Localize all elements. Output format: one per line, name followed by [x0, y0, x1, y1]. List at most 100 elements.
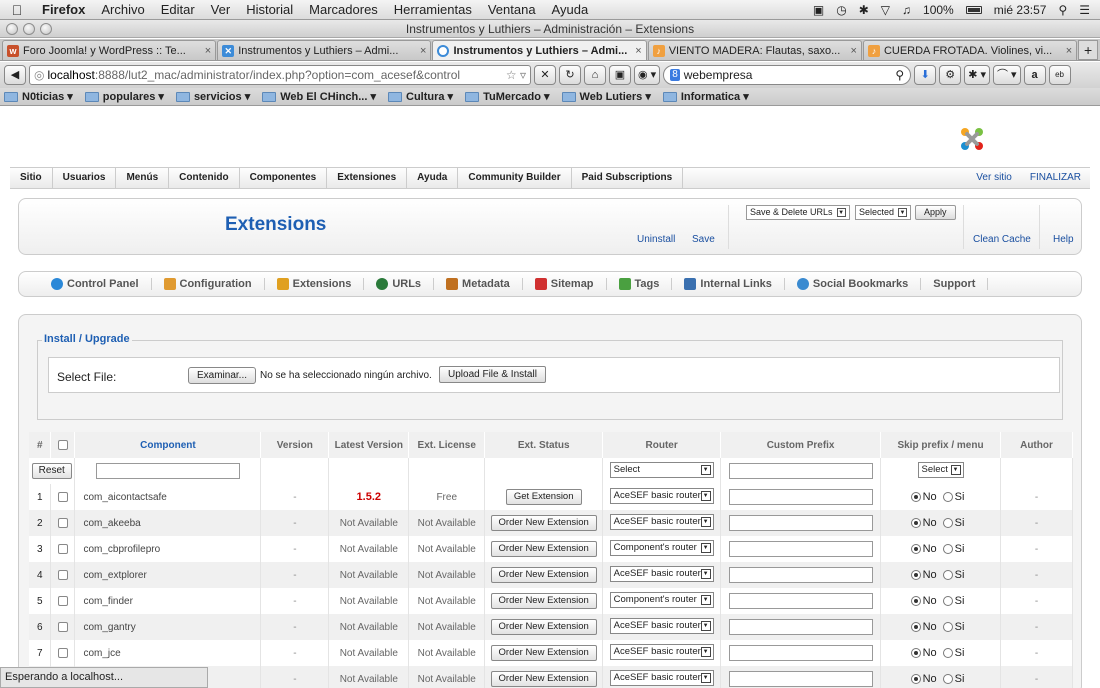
skip-si-radio[interactable] — [942, 622, 953, 632]
extension-status-button[interactable]: Order New Extension — [490, 515, 597, 531]
notifications-icon[interactable]: ☰ — [1079, 3, 1090, 17]
bookmark-folder[interactable]: Informatica ▾ — [662, 90, 749, 103]
router-select[interactable]: AceSEF basic router ▼ — [609, 617, 714, 634]
reset-filter-button[interactable]: Reset — [31, 463, 72, 479]
bookmark-folder[interactable]: N0ticias ▾ — [4, 90, 73, 103]
spotlight-icon[interactable]: ⚲ — [1058, 3, 1067, 17]
component-filter-input[interactable] — [95, 463, 240, 479]
back-button[interactable]: ◀ — [4, 65, 26, 85]
bookmark-folder[interactable]: TuMercado ▾ — [465, 90, 550, 103]
select-all-checkbox[interactable] — [57, 439, 68, 450]
extension-status-button[interactable]: Order New Extension — [490, 619, 597, 635]
extension-status-button[interactable]: Get Extension — [505, 489, 582, 505]
custom-prefix-input[interactable] — [728, 567, 873, 583]
menu-historial[interactable]: Historial — [238, 2, 301, 17]
custom-prefix-input[interactable] — [728, 541, 873, 557]
custom-prefix-input[interactable] — [728, 593, 873, 609]
search-bar[interactable]: 8 webempresa ⚲ — [663, 65, 912, 85]
help-button[interactable]: Help — [1053, 234, 1074, 245]
subnav-extensions[interactable]: Extensions — [265, 278, 365, 290]
home-button[interactable]: ⌂ — [584, 65, 606, 85]
custom-prefix-input[interactable] — [728, 619, 873, 635]
router-select[interactable]: AceSEF basic router ▼ — [609, 669, 714, 686]
tab-instrumentos-1[interactable]: ✕ Instrumentos y Luthiers – Admi... × — [217, 40, 432, 60]
apply-button[interactable]: Apply — [915, 205, 956, 220]
bookmark-folder[interactable]: Cultura ▾ — [388, 90, 453, 103]
skip-no-radio[interactable] — [910, 674, 921, 684]
subnav-sitemap[interactable]: Sitemap — [523, 278, 607, 290]
battery-icon[interactable] — [965, 5, 982, 14]
stop-button[interactable]: ✕ — [534, 65, 556, 85]
clean-cache-button[interactable]: Clean Cache — [973, 234, 1031, 245]
tab-close-icon[interactable]: × — [205, 45, 211, 57]
app-badge-icon[interactable]: ▣ — [813, 3, 824, 17]
addon-menu-icon[interactable]: ✱ ▾ — [964, 65, 990, 85]
site-identity-icon[interactable]: ◎ — [34, 66, 44, 84]
download-icon[interactable]: ⬇ — [914, 65, 937, 85]
save-button[interactable]: Save — [692, 234, 715, 245]
subnav-metadata[interactable]: Metadata — [434, 278, 523, 290]
tab-close-icon[interactable]: × — [851, 45, 857, 57]
tab-instrumentos-active[interactable]: Instrumentos y Luthiers – Admi... × — [432, 40, 647, 60]
new-tab-button[interactable]: + — [1078, 40, 1099, 60]
subnav-control-panel[interactable]: Control Panel — [39, 278, 152, 290]
skip-si-radio[interactable] — [942, 492, 953, 502]
prefix-filter-input[interactable] — [728, 463, 873, 479]
tab-foro-joomla[interactable]: w Foro Joomla! y WordPress :: Te... × — [2, 40, 217, 60]
menu-ventana[interactable]: Ventana — [480, 2, 544, 17]
bookmark-folder[interactable]: Web Lutiers ▾ — [561, 90, 651, 103]
admin-menu-paid-subscriptions[interactable]: Paid Subscriptions — [572, 168, 684, 188]
save-delete-urls-select[interactable]: Save & Delete URLs ▼ — [746, 205, 850, 220]
logout-link[interactable]: FINALIZAR — [1021, 168, 1090, 188]
subnav-social-bookmarks[interactable]: Social Bookmarks — [785, 278, 922, 290]
skip-no-radio[interactable] — [910, 596, 921, 606]
reload-button[interactable]: ↻ — [559, 65, 581, 85]
skip-no-radio[interactable] — [910, 544, 921, 554]
bookmark-folder[interactable]: Web El CHinch... ▾ — [262, 90, 376, 103]
skip-si-radio[interactable] — [942, 648, 953, 658]
subnav-urls[interactable]: URLs — [364, 278, 435, 290]
router-select[interactable]: AceSEF basic router ▼ — [609, 487, 714, 504]
custom-prefix-input[interactable] — [728, 671, 873, 687]
uninstall-button[interactable]: Uninstall — [637, 234, 675, 245]
upload-install-button[interactable]: Upload File & Install — [439, 366, 546, 383]
skip-si-radio[interactable] — [942, 570, 953, 580]
row-checkbox[interactable] — [57, 517, 68, 528]
extension-status-button[interactable]: Order New Extension — [490, 567, 597, 583]
router-select[interactable]: AceSEF basic router ▼ — [609, 565, 714, 582]
google-engine-icon[interactable]: 8 — [670, 69, 680, 81]
menu-herramientas[interactable]: Herramientas — [386, 2, 480, 17]
skip-no-radio[interactable] — [910, 492, 921, 502]
custom-prefix-input[interactable] — [728, 489, 873, 505]
clock[interactable]: mié 23:57 — [994, 3, 1047, 17]
close-window-button[interactable] — [6, 23, 18, 35]
extension-status-button[interactable]: Order New Extension — [490, 593, 597, 609]
subnav-support[interactable]: Support — [921, 278, 989, 290]
tab-close-icon[interactable]: × — [420, 45, 426, 57]
tab-cuerda-frotada[interactable]: ♪ CUERDA FROTADA. Violines, vi... × — [862, 40, 1078, 60]
skip-no-radio[interactable] — [910, 518, 921, 528]
col-header-component[interactable]: Component — [74, 432, 262, 458]
menu-archivo[interactable]: Archivo — [93, 2, 152, 17]
menu-marcadores[interactable]: Marcadores — [301, 2, 386, 17]
skip-si-radio[interactable] — [942, 674, 953, 684]
minimize-window-button[interactable] — [23, 23, 35, 35]
router-select[interactable]: Component's router ▼ — [609, 539, 714, 556]
wifi-icon[interactable]: ▽ — [881, 3, 890, 17]
admin-menu-community-builder[interactable]: Community Builder — [458, 168, 572, 188]
subnav-configuration[interactable]: Configuration — [152, 278, 265, 290]
volume-icon[interactable]: ♫ — [902, 3, 911, 17]
extension-status-button[interactable]: Order New Extension — [490, 671, 597, 687]
bluetooth-icon[interactable]: ✱ — [859, 3, 869, 17]
selected-scope-select[interactable]: Selected ▼ — [855, 205, 912, 220]
tab-close-icon[interactable]: × — [635, 45, 641, 57]
admin-menu-contenido[interactable]: Contenido — [169, 168, 240, 188]
router-select[interactable]: AceSEF basic router ▼ — [609, 513, 714, 530]
skip-si-radio[interactable] — [942, 518, 953, 528]
admin-menu-usuarios[interactable]: Usuarios — [53, 168, 117, 188]
bookmark-folder[interactable]: servicios ▾ — [175, 90, 250, 103]
admin-menu-componentes[interactable]: Componentes — [240, 168, 328, 188]
skip-si-radio[interactable] — [942, 596, 953, 606]
tab-close-icon[interactable]: × — [1066, 45, 1072, 57]
addon-icon[interactable]: ⚙ — [939, 65, 962, 85]
